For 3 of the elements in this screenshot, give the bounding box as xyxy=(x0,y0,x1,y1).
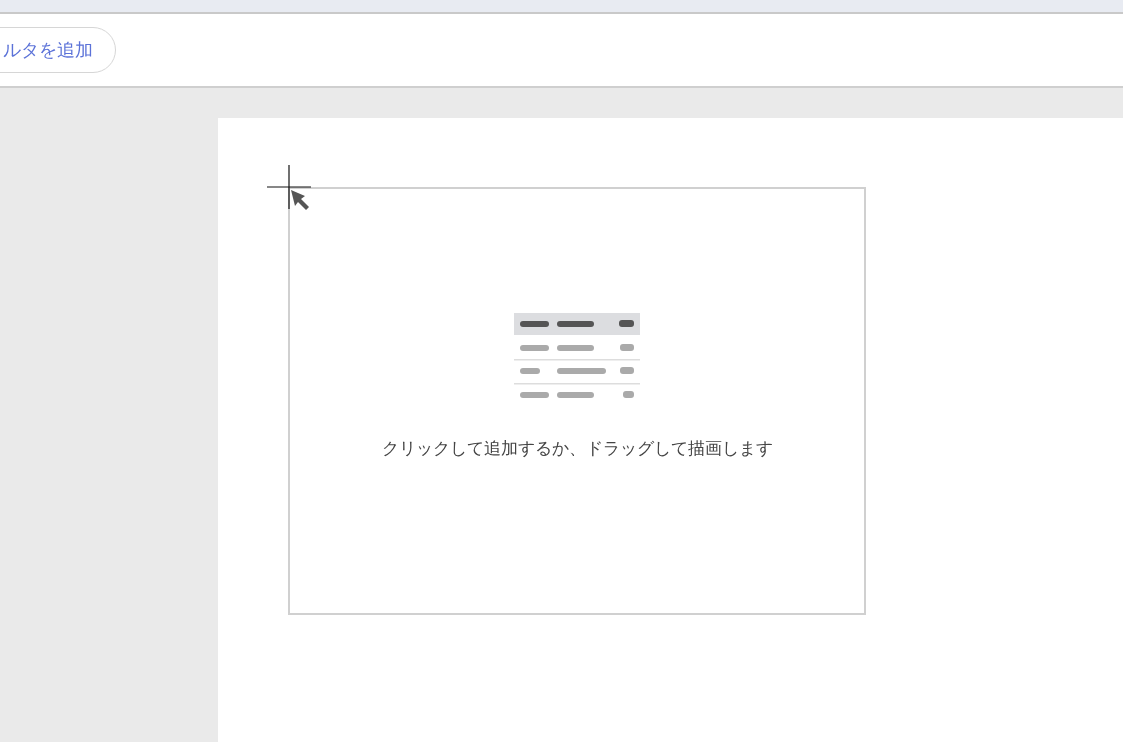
table-icon xyxy=(514,312,640,401)
placeholder-hint: クリックして追加するか、ドラッグして描画します xyxy=(381,436,773,460)
add-filter-button[interactable]: ルタを追加 xyxy=(0,27,116,73)
